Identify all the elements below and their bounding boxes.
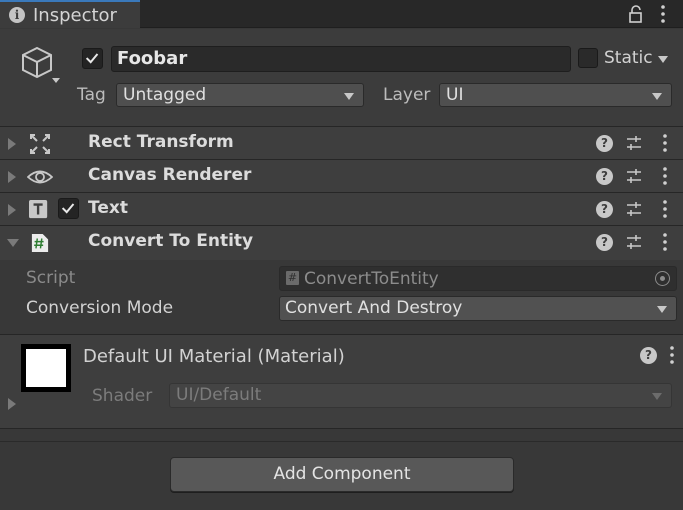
presets-sliders-icon[interactable] [625, 233, 643, 251]
component-label: Canvas Renderer [88, 165, 252, 185]
gameobject-cube-icon[interactable] [20, 45, 60, 87]
component-convert-to-entity[interactable]: Convert To Entity ? [0, 225, 683, 260]
text-t-icon [29, 200, 48, 219]
script-value: ConvertToEntity [304, 269, 439, 289]
help-icon[interactable]: ? [596, 234, 613, 251]
checkmark-icon [61, 203, 75, 214]
component-label: Convert To Entity [88, 231, 254, 251]
kebab-menu-icon[interactable] [659, 166, 671, 186]
foldout-arrow-icon[interactable] [8, 138, 16, 150]
conversion-mode-dropdown[interactable]: Convert And Destroy [279, 296, 677, 321]
tab-inspector[interactable]: i Inspector [0, 0, 140, 28]
divider [0, 441, 683, 442]
chevron-down-icon [344, 93, 354, 100]
conversion-mode-value: Convert And Destroy [285, 298, 463, 318]
active-checkbox[interactable] [82, 48, 103, 69]
tag-label: Tag [77, 85, 106, 105]
foldout-arrow-open-icon[interactable] [7, 239, 19, 247]
tag-dropdown[interactable]: Untagged [116, 83, 364, 107]
layer-dropdown[interactable]: UI [439, 83, 672, 107]
lock-icon[interactable] [627, 5, 645, 23]
kebab-menu-icon[interactable] [659, 232, 671, 252]
component-label: Rect Transform [88, 132, 234, 152]
static-label: Static [604, 48, 653, 68]
shader-dropdown: UI/Default [169, 383, 672, 408]
rect-transform-icon [30, 134, 50, 154]
shader-label: Shader [92, 386, 153, 406]
script-hash-icon [31, 234, 49, 252]
static-dropdown-arrow-icon[interactable] [658, 56, 668, 63]
presets-sliders-icon[interactable] [625, 167, 643, 185]
kebab-menu-icon[interactable] [659, 133, 671, 153]
component-text[interactable]: Text ? [0, 192, 683, 225]
conversion-mode-label: Conversion Mode [26, 298, 174, 318]
layer-label: Layer [383, 85, 431, 105]
foldout-arrow-icon[interactable] [8, 171, 16, 183]
object-name-field[interactable]: Foobar [111, 46, 571, 72]
component-canvas-renderer[interactable]: Canvas Renderer ? [0, 159, 683, 192]
info-icon: i [9, 7, 25, 23]
checkmark-icon [85, 53, 99, 64]
gameobject-header [0, 29, 683, 126]
component-rect-transform[interactable]: Rect Transform ? [0, 126, 683, 159]
shader-value: UI/Default [176, 385, 262, 405]
help-icon[interactable]: ? [640, 347, 657, 364]
help-icon[interactable]: ? [596, 201, 613, 218]
component-label: Text [88, 198, 128, 218]
foldout-arrow-icon[interactable] [8, 204, 16, 216]
material-title: Default UI Material (Material) [83, 346, 345, 367]
chevron-down-icon [657, 306, 667, 313]
tab-label: Inspector [33, 5, 117, 26]
chevron-down-icon [652, 93, 662, 100]
tag-value: Untagged [123, 85, 207, 105]
material-preview-thumbnail[interactable] [21, 344, 71, 392]
foldout-arrow-icon[interactable] [8, 398, 16, 410]
presets-sliders-icon[interactable] [625, 200, 643, 218]
component-enabled-checkbox[interactable] [58, 198, 79, 219]
help-icon[interactable]: ? [596, 168, 613, 185]
presets-sliders-icon[interactable] [625, 134, 643, 152]
kebab-menu-icon[interactable] [659, 199, 671, 219]
object-picker-icon[interactable] [655, 271, 670, 286]
kebab-menu-icon[interactable] [656, 3, 670, 25]
kebab-menu-icon[interactable] [666, 345, 678, 365]
script-file-icon: # [286, 271, 299, 285]
static-checkbox[interactable] [578, 48, 598, 68]
layer-value: UI [446, 85, 464, 105]
help-icon[interactable]: ? [596, 135, 613, 152]
eye-icon [27, 170, 53, 184]
add-component-button[interactable]: Add Component [170, 457, 514, 492]
chevron-down-icon [652, 393, 662, 400]
script-field[interactable]: ConvertToEntity [279, 266, 677, 291]
script-label: Script [26, 268, 76, 288]
